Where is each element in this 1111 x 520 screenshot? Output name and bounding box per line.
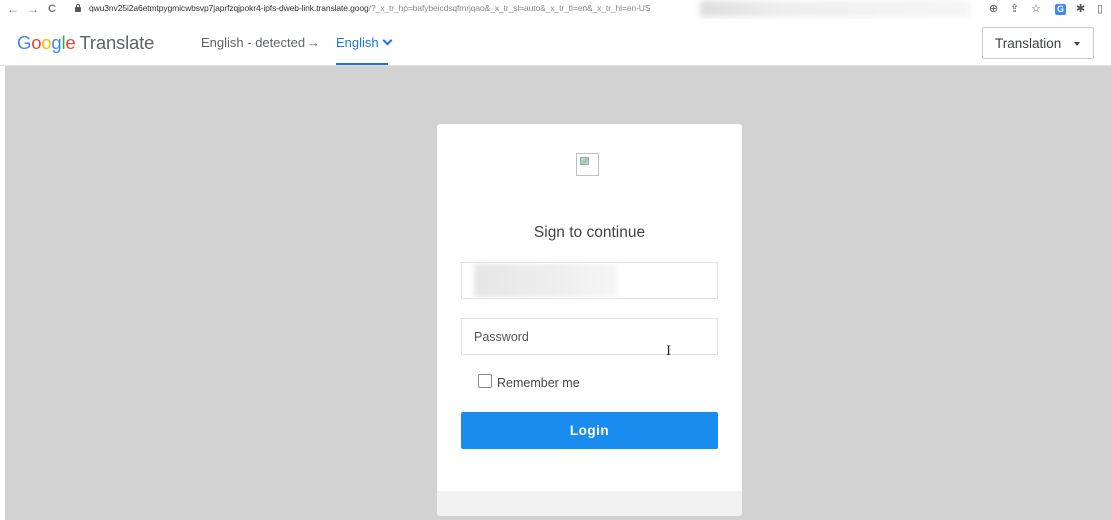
lock-icon[interactable] <box>75 4 81 12</box>
login-button[interactable]: Login <box>461 412 718 449</box>
email-redaction <box>474 264 618 297</box>
back-icon[interactable]: ← <box>7 2 19 16</box>
logo-letter: G <box>17 32 32 53</box>
email-field[interactable] <box>461 262 718 299</box>
url-host: qwu3nv25i2a6etmtpygmicwbsvp7japrfzqjpokr… <box>89 3 369 13</box>
remember-label[interactable]: Remember me <box>497 376 580 390</box>
target-language-label: English <box>336 35 379 50</box>
logo-letter: g <box>51 32 62 53</box>
login-card: Sign to continue I Remember me Login <box>437 124 742 516</box>
translate-header: Google Translate English - detected → Eng… <box>0 19 1111 66</box>
google-translate-logo[interactable]: Google Translate <box>17 32 154 54</box>
url-redaction <box>700 1 970 17</box>
star-icon[interactable]: ☆ <box>1031 2 1041 16</box>
active-tab-indicator <box>336 63 388 65</box>
zoom-icon[interactable]: ⊕ <box>989 2 998 16</box>
login-title: Sign to continue <box>533 224 646 241</box>
remember-checkbox[interactable] <box>478 374 492 388</box>
logo-letter: o <box>31 32 42 53</box>
url-path: /?_x_tr_hp=bafybeicdsqfmrjqao&_x_tr_sl=a… <box>368 3 651 13</box>
password-field[interactable] <box>461 318 718 355</box>
caret-down-icon <box>1074 42 1080 46</box>
extensions-icon[interactable]: ✱ <box>1076 2 1085 16</box>
address-bar[interactable]: qwu3nv25i2a6etmtpygmicwbsvp7japrfzqjpokr… <box>89 3 651 13</box>
google-translate-icon[interactable]: G <box>1055 4 1066 15</box>
card-footer <box>437 491 742 516</box>
logo-letter: o <box>41 32 52 53</box>
view-mode-label: Translation <box>995 36 1062 51</box>
broken-image-icon <box>576 153 599 176</box>
view-mode-select[interactable]: Translation <box>982 27 1094 59</box>
source-language-tab[interactable]: English - detected <box>201 35 305 50</box>
browser-toolbar: ← → C qwu3nv25i2a6etmtpygmicwbsvp7japrfz… <box>0 0 1111 19</box>
arrow-right-icon: → <box>307 35 320 50</box>
share-icon[interactable]: ⇪ <box>1010 2 1019 16</box>
side-panel-icon[interactable]: ▯ <box>1097 2 1103 16</box>
chevron-down-icon <box>382 35 393 46</box>
target-language-tab[interactable]: English <box>336 35 393 50</box>
logo-letter: e <box>65 32 76 53</box>
logo-suffix: Translate <box>79 32 155 53</box>
text-cursor-icon: I <box>666 344 672 359</box>
reload-icon[interactable]: C <box>48 2 56 16</box>
forward-icon[interactable]: → <box>27 2 39 16</box>
